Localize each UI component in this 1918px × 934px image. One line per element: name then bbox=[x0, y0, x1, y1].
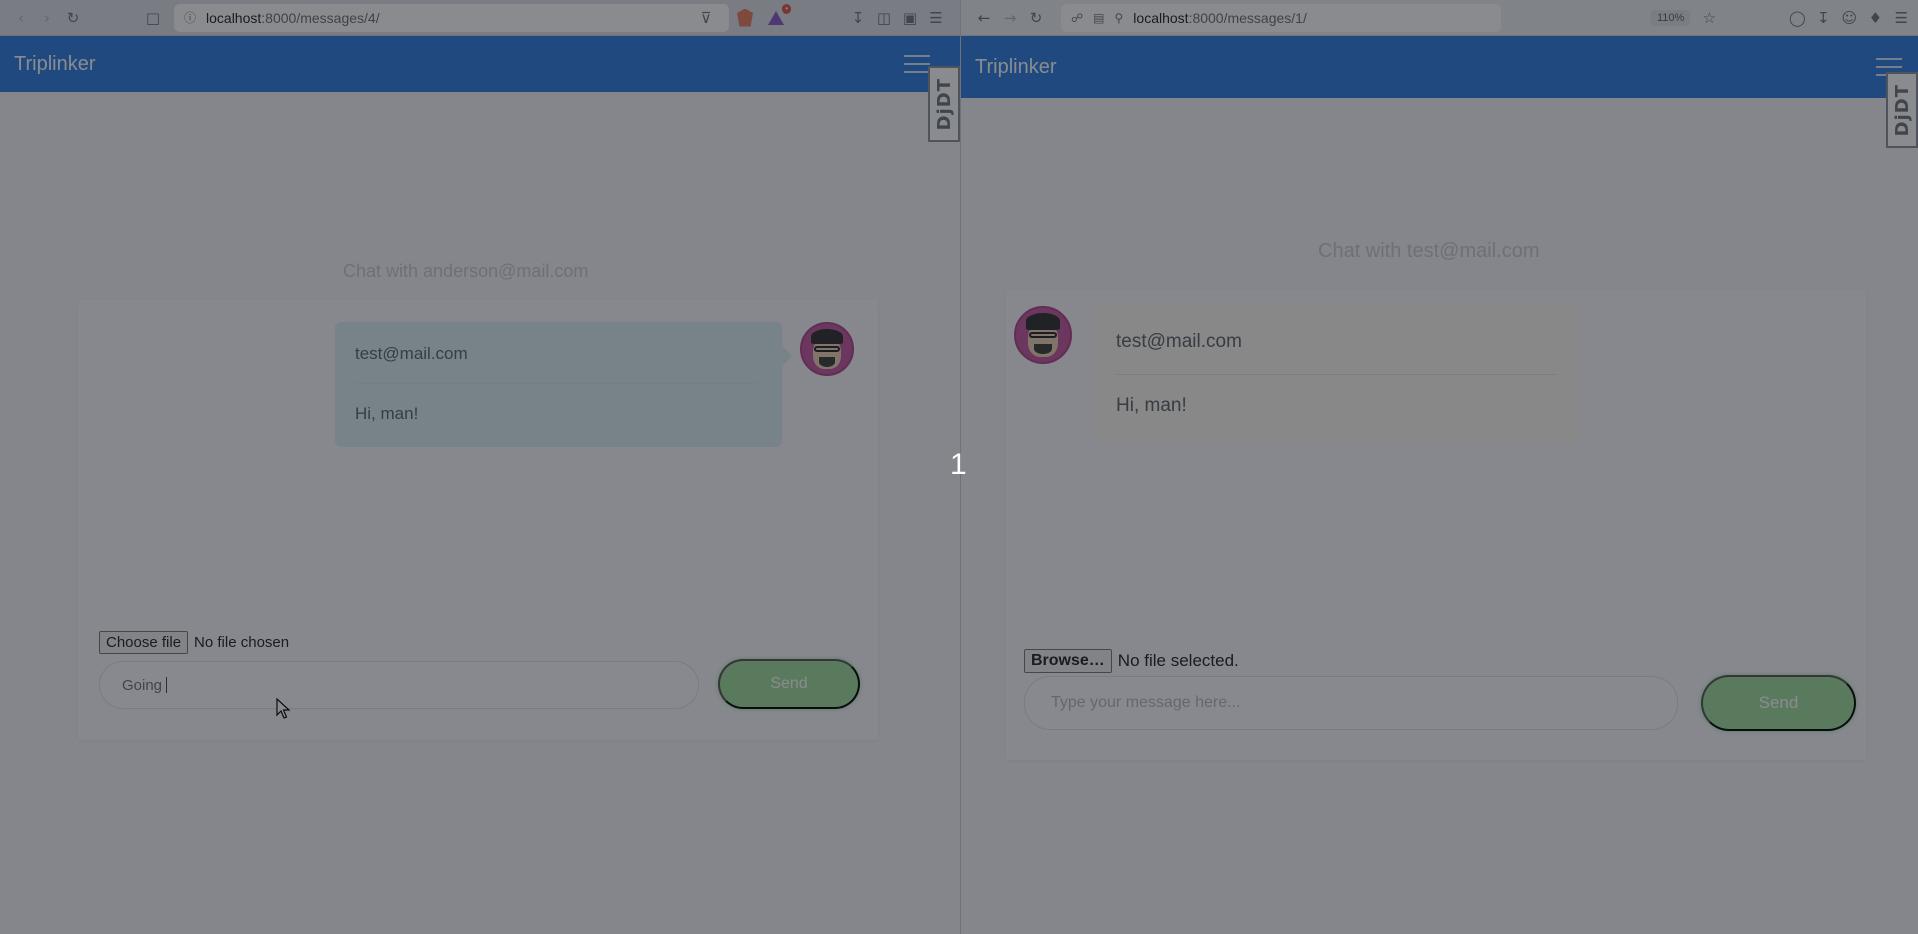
back-arrow-icon[interactable]: ← bbox=[971, 5, 997, 31]
text-caret bbox=[166, 677, 168, 693]
debug-toolbar-handle[interactable]: DjDT bbox=[1886, 72, 1918, 148]
debug-toolbar-label: DjDT bbox=[933, 77, 955, 131]
avatar bbox=[1014, 306, 1072, 364]
message-input-placeholder: Type your message here... bbox=[1051, 694, 1241, 711]
menu-icon[interactable]: ☰ bbox=[923, 5, 949, 31]
message-input[interactable]: Type your message here... bbox=[1024, 676, 1678, 730]
forward-arrow-icon[interactable]: → bbox=[997, 5, 1023, 31]
file-status: No file selected. bbox=[1117, 651, 1239, 670]
hamburger-menu-icon[interactable] bbox=[904, 55, 930, 73]
message-text: Hi, man! bbox=[355, 404, 419, 423]
send-button[interactable]: Send bbox=[1701, 675, 1856, 731]
message-bubble: test@mail.com Hi, man! bbox=[1094, 303, 1579, 443]
file-upload: Browse… No file selected. bbox=[1024, 649, 1239, 673]
message-bubble: test@mail.com Hi, man! bbox=[335, 322, 792, 447]
sidebar-icon[interactable]: ◫ bbox=[871, 5, 897, 31]
message-divider bbox=[355, 383, 757, 384]
message-sender: test@mail.com bbox=[1116, 331, 1242, 352]
choose-file-button[interactable]: Choose file bbox=[99, 631, 189, 654]
chat-title: Chat with test@mail.com bbox=[1318, 240, 1540, 262]
menu-icon[interactable]: ☰ bbox=[1888, 5, 1914, 31]
step-number: 1 bbox=[950, 448, 967, 481]
extensions-icon[interactable]: ♦ bbox=[1862, 5, 1888, 31]
page-icon: ▤ bbox=[1093, 10, 1105, 25]
right-browser-window: ← → ↻ ☍ ▤ ⚲ localhost:8000/messages/1/ 1… bbox=[961, 0, 1918, 934]
address-bar[interactable]: ⓘ localhost:8000/messages/4/ ⊽ bbox=[174, 3, 729, 32]
debug-toolbar-handle[interactable]: DjDT bbox=[928, 66, 960, 142]
chevron-left-icon[interactable]: ‹ bbox=[8, 5, 34, 31]
account-icon[interactable]: ☺ bbox=[1836, 5, 1862, 31]
file-status: No file chosen bbox=[194, 634, 290, 651]
brave-rewards-icon[interactable]: • bbox=[767, 3, 791, 27]
reload-icon[interactable]: ↻ bbox=[1023, 5, 1049, 31]
send-button[interactable]: Send bbox=[718, 659, 860, 709]
browse-file-button[interactable]: Browse… bbox=[1024, 649, 1112, 673]
app-navbar: Triplinker bbox=[961, 36, 1918, 98]
pocket-icon[interactable]: ◯ bbox=[1784, 5, 1810, 31]
brave-shield-icon[interactable] bbox=[737, 8, 753, 27]
message-input[interactable]: Going bbox=[99, 661, 699, 709]
rewards-badge: • bbox=[782, 3, 791, 14]
debug-toolbar-label: DjDT bbox=[1891, 83, 1913, 137]
left-browser-window: ‹ › ↻ □ ⓘ localhost:8000/messages/4/ ⊽ •… bbox=[0, 0, 960, 934]
reload-icon[interactable]: ↻ bbox=[60, 5, 86, 31]
share-icon[interactable]: ⊽ bbox=[693, 5, 719, 31]
download-icon[interactable]: ↧ bbox=[845, 5, 871, 31]
download-icon[interactable]: ↧ bbox=[1810, 5, 1836, 31]
browser-toolbar: ← → ↻ ☍ ▤ ⚲ localhost:8000/messages/1/ 1… bbox=[961, 0, 1918, 36]
message-text: Hi, man! bbox=[1116, 395, 1187, 416]
url-host: localhost bbox=[1133, 9, 1189, 26]
chat-title: Chat with anderson@mail.com bbox=[343, 261, 589, 281]
file-upload: Choose file No file chosen bbox=[99, 631, 289, 654]
key-icon[interactable]: ⚲ bbox=[1115, 11, 1124, 25]
zoom-level[interactable]: 110% bbox=[1651, 9, 1691, 26]
wallet-icon[interactable]: ▣ bbox=[897, 5, 923, 31]
avatar bbox=[800, 322, 854, 376]
address-bar[interactable]: ☍ ▤ ⚲ localhost:8000/messages/1/ bbox=[1061, 3, 1501, 32]
message-input-value: Going bbox=[122, 676, 163, 694]
chevron-right-icon[interactable]: › bbox=[34, 5, 60, 31]
url-path: :8000/messages/1/ bbox=[1188, 9, 1307, 26]
message-sender: test@mail.com bbox=[355, 344, 468, 363]
shield-icon[interactable]: ☍ bbox=[1071, 11, 1083, 25]
url-path: :8000/messages/4/ bbox=[261, 9, 380, 26]
star-icon[interactable]: ☆ bbox=[1696, 5, 1722, 31]
mouse-pointer-icon bbox=[276, 697, 292, 720]
brand-link[interactable]: Triplinker bbox=[975, 56, 1057, 79]
brand-link[interactable]: Triplinker bbox=[14, 53, 96, 76]
message-divider bbox=[1116, 374, 1557, 375]
url-host: localhost bbox=[206, 9, 262, 26]
bookmark-icon[interactable]: □ bbox=[140, 5, 166, 31]
app-navbar: Triplinker bbox=[0, 36, 960, 92]
site-info-icon[interactable]: ⓘ bbox=[184, 9, 196, 26]
browser-toolbar: ‹ › ↻ □ ⓘ localhost:8000/messages/4/ ⊽ •… bbox=[0, 0, 960, 36]
